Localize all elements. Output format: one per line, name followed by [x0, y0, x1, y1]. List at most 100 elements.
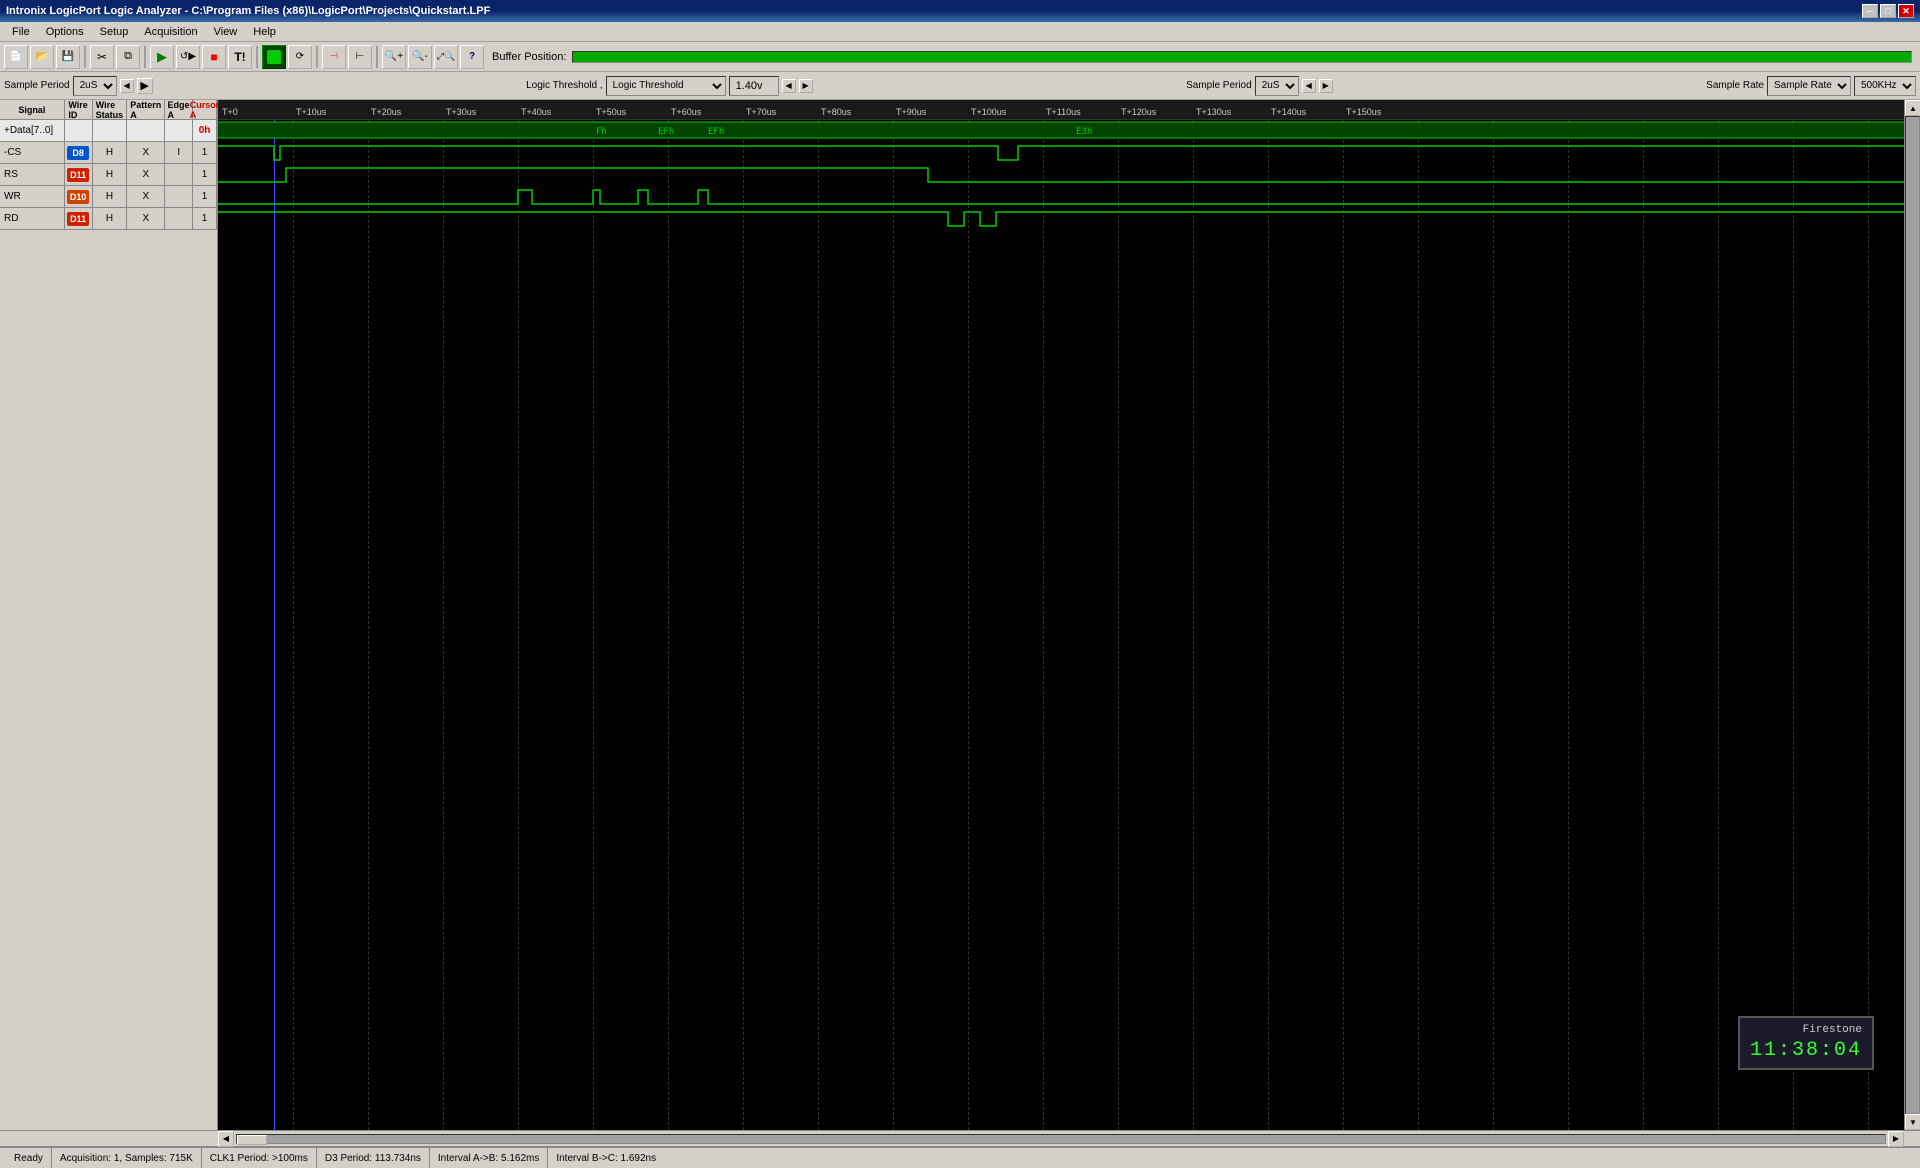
sample-period-select-mid[interactable]: 2uS [1255, 76, 1299, 96]
signal-ea-cs: I [165, 142, 193, 163]
threshold-scroll-left[interactable]: ◀ [782, 79, 796, 93]
menu-options[interactable]: Options [38, 24, 92, 40]
status-bar: Ready Acquisition: 1, Samples: 715K CLK1… [0, 1146, 1920, 1168]
signal-row-data: +Data[7..0] 0h [0, 120, 217, 142]
signal-name-rd[interactable]: RD [0, 208, 65, 229]
sample-period-label-mid: Sample Period [1186, 80, 1252, 91]
sample-period-select-left[interactable]: 2uS 1uS 5uS [73, 76, 117, 96]
vertical-scrollbar[interactable]: ▲ ▼ [1904, 100, 1920, 1130]
main-area: Signal WireID WireStatus PatternA EdgeA … [0, 100, 1920, 1146]
signal-ws-rd: H [93, 208, 128, 229]
text-button[interactable]: T! [228, 45, 252, 69]
copy-button[interactable]: ⧉ [116, 45, 140, 69]
minimize-button[interactable]: ─ [1862, 4, 1878, 18]
clock-brand: Firestone [1750, 1024, 1862, 1036]
signal-row-rd: RD D11 H X 1 [0, 208, 217, 230]
svg-text:EFh: EFh [708, 127, 724, 137]
status-clk1: CLK1 Period: >100ms [202, 1148, 317, 1168]
new-button[interactable]: 📄 [4, 45, 28, 69]
scroll-right[interactable]: ▶ [137, 78, 153, 94]
signal-ws-cs: H [93, 142, 128, 163]
time-t110: T+110us [1046, 107, 1081, 117]
col-cursora: CursorA [193, 100, 217, 119]
time-t80: T+80us [821, 107, 851, 117]
threshold-scroll-right[interactable]: ▶ [799, 79, 813, 93]
zoom-in-button[interactable]: 🔍+ [382, 45, 406, 69]
timeline: T+0 T+10us T+20us T+30us T+40us T+50us T… [218, 100, 1904, 120]
waveform-outer: Signal WireID WireStatus PatternA EdgeA … [0, 100, 1920, 1130]
loop-button[interactable]: ⟳ [288, 45, 312, 69]
signal-ws-data [93, 120, 128, 141]
menu-bar: File Options Setup Acquisition View Help [0, 22, 1920, 42]
v-scroll-up[interactable]: ▲ [1905, 100, 1920, 116]
h-scroll-right[interactable]: ▶ [1888, 1131, 1904, 1147]
signal-wireid-wr: D10 [65, 186, 93, 207]
clock-time: 11:38:04 [1750, 1039, 1862, 1062]
status-d3: D3 Period: 113.734ns [317, 1148, 430, 1168]
menu-setup[interactable]: Setup [92, 24, 137, 40]
signal-panel-header: Signal WireID WireStatus PatternA EdgeA … [0, 100, 217, 120]
horizontal-scrollbar[interactable]: ◀ ▶ [0, 1130, 1920, 1146]
waveform-rows-container[interactable]: Fh EFh EFh E3h [218, 120, 1904, 1130]
signal-name-cs[interactable]: -CS [0, 142, 65, 163]
time-t150: T+150us [1346, 107, 1381, 117]
close-button[interactable]: ✕ [1898, 4, 1914, 18]
menu-help[interactable]: Help [245, 24, 284, 40]
h-scroll-left[interactable]: ◀ [218, 1131, 234, 1147]
toolbar-sep-5 [376, 46, 378, 68]
mid-scroll-right[interactable]: ▶ [1319, 79, 1333, 93]
signal-name-wr[interactable]: WR [0, 186, 65, 207]
run-single-button[interactable]: ↺▶ [176, 45, 200, 69]
zoom-out-button[interactable]: 🔍- [408, 45, 432, 69]
signal-pa-data [127, 120, 165, 141]
cursor-a-button[interactable]: ⊣ [322, 45, 346, 69]
logic-threshold-group: Logic Threshold , Logic Threshold 1.40v … [526, 76, 813, 96]
logic-threshold-select[interactable]: Logic Threshold [606, 76, 726, 96]
run-button[interactable]: ▶ [150, 45, 174, 69]
v-scroll-track[interactable] [1905, 116, 1920, 1114]
h-scroll-track[interactable] [236, 1134, 1886, 1144]
signal-wireid-cs: D8 [65, 142, 93, 163]
status-acquisition: Acquisition: 1, Samples: 715K [52, 1148, 202, 1168]
maximize-button[interactable]: □ [1880, 4, 1896, 18]
signal-pa-rd: X [127, 208, 165, 229]
green-dot-button[interactable] [262, 45, 286, 69]
signal-name-data[interactable]: +Data[7..0] [0, 120, 65, 141]
open-button[interactable]: 📂 [30, 45, 54, 69]
col-patterna: PatternA [127, 100, 165, 119]
cursor-b-button[interactable]: ⊢ [348, 45, 372, 69]
signal-pa-rs: X [127, 164, 165, 185]
h-scroll-thumb[interactable] [237, 1135, 267, 1145]
time-t140: T+140us [1271, 107, 1306, 117]
sample-period-label-left: Sample Period [4, 80, 70, 91]
scroll-left[interactable]: ◀ [120, 79, 134, 93]
signal-ca-data: 0h [193, 120, 217, 141]
time-t120: T+120us [1121, 107, 1156, 117]
mid-scroll-left[interactable]: ◀ [1302, 79, 1316, 93]
v-scroll-down[interactable]: ▼ [1905, 1114, 1920, 1130]
signal-ea-rs [165, 164, 193, 185]
signal-name-rs[interactable]: RS [0, 164, 65, 185]
toolbar-sep-1 [84, 46, 86, 68]
zoom-fit-button[interactable]: ⤢🔍 [434, 45, 458, 69]
sample-rate-select[interactable]: Sample Rate [1767, 76, 1851, 96]
col-signal: Signal [0, 100, 65, 119]
cut-button[interactable]: ✂ [90, 45, 114, 69]
help-button[interactable]: ? [460, 45, 484, 69]
signal-wireid-data [65, 120, 93, 141]
save-button[interactable]: 💾 [56, 45, 80, 69]
toolbar-sep-2 [144, 46, 146, 68]
stop-button[interactable]: ■ [202, 45, 226, 69]
signal-wireid-rd: D11 [65, 208, 93, 229]
signal-row-cs: -CS D8 H X I 1 [0, 142, 217, 164]
sample-rate-value-select[interactable]: 500KHz 1MHz 2MHz [1854, 76, 1916, 96]
svg-text:Fh: Fh [596, 127, 607, 137]
waveform-area[interactable]: T+0 T+10us T+20us T+30us T+40us T+50us T… [218, 100, 1904, 1130]
menu-view[interactable]: View [206, 24, 246, 40]
status-interval-ab: Interval A->B: 5.162ms [430, 1148, 548, 1168]
time-t30: T+30us [446, 107, 476, 117]
menu-acquisition[interactable]: Acquisition [136, 24, 205, 40]
status-interval-bc: Interval B->C: 1.692ns [548, 1148, 664, 1168]
time-t70: T+70us [746, 107, 776, 117]
menu-file[interactable]: File [4, 24, 38, 40]
